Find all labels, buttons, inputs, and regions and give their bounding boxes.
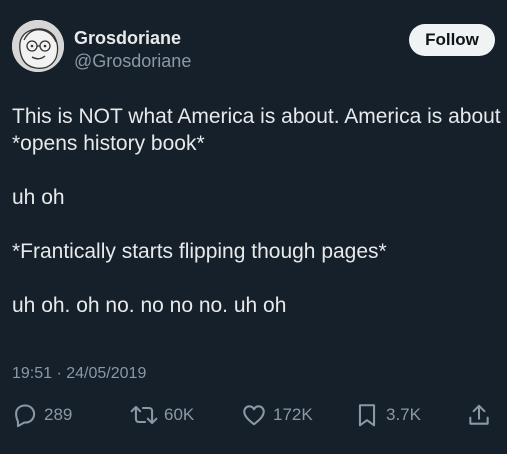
- retweet-count: 60K: [164, 405, 195, 424]
- tweet-line: uh oh: [12, 186, 65, 209]
- tweet-line-break: [12, 157, 497, 184]
- reply-icon: [15, 404, 36, 428]
- tweet-text: This is NOT what America is about. Ameri…: [12, 103, 501, 319]
- reply-count: 289: [44, 405, 73, 424]
- retweet-icon: [130, 405, 158, 425]
- like-count: 172K: [273, 405, 313, 424]
- like-icon: [243, 405, 265, 426]
- like-button[interactable]: 172K: [241, 398, 313, 432]
- user-handle[interactable]: @Grosdoriane: [74, 51, 191, 72]
- tweet-line-break: [12, 211, 497, 238]
- tweet-header: Grosdoriane @Grosdoriane Follow: [12, 20, 495, 72]
- retweet-button[interactable]: 60K: [130, 398, 194, 432]
- avatar-face-icon: [12, 20, 64, 72]
- tweet-line-break: [12, 265, 497, 292]
- reply-button[interactable]: 289: [12, 398, 72, 432]
- bookmark-button[interactable]: 3.7K: [354, 398, 421, 432]
- bookmark-count: 3.7K: [386, 405, 421, 424]
- tweet-timestamp[interactable]: 19:51 · 24/05/2019: [12, 365, 146, 383]
- share-button[interactable]: [466, 398, 492, 432]
- action-bar: 289 60K 172K 3.7K: [0, 398, 507, 432]
- tweet-line: uh oh. oh no. no no no. uh oh: [12, 294, 287, 317]
- share-icon: [469, 404, 489, 425]
- tweet-line: *Frantically starts flipping though page…: [12, 240, 387, 263]
- tweet-line: *opens history book*: [12, 132, 205, 155]
- display-name[interactable]: Grosdoriane: [74, 28, 181, 49]
- bookmark-icon: [358, 404, 376, 427]
- follow-button[interactable]: Follow: [409, 24, 495, 56]
- avatar[interactable]: [12, 20, 64, 72]
- tweet-line: This is NOT what America is about. Ameri…: [12, 105, 501, 128]
